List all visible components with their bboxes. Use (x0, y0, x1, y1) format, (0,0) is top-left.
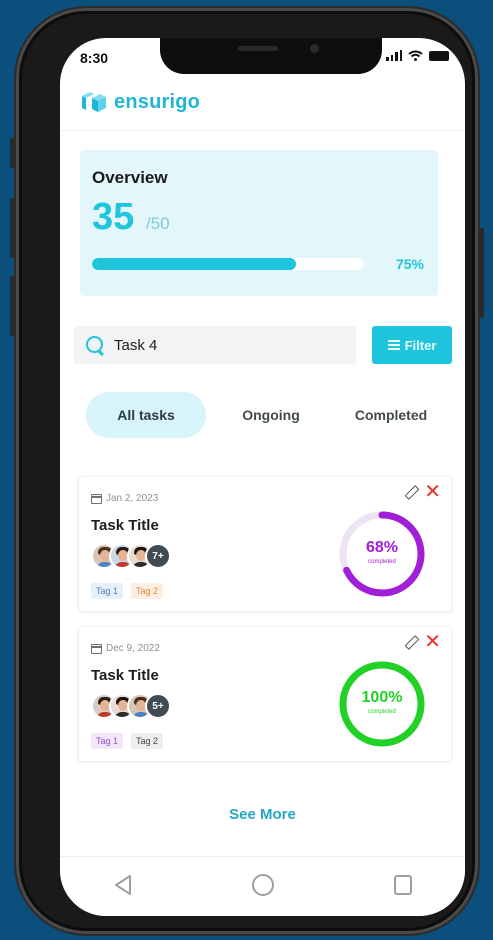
app-header: ensurigo (80, 90, 200, 114)
android-nav-bar (60, 856, 465, 916)
assignee-avatars: 5+ (91, 693, 171, 719)
overview-title: Overview (92, 168, 168, 187)
tag-chip: Tag 1 (91, 583, 124, 599)
notch (160, 38, 382, 74)
task-tags: Tag 1 Tag 2 (91, 733, 164, 749)
tab-completed[interactable]: Completed (336, 392, 446, 438)
total-count: /50 (146, 214, 170, 233)
completion-ring-label: 68% completed (337, 509, 427, 599)
progress-bar-fill (92, 258, 296, 270)
task-actions: ✕ (404, 482, 441, 502)
completion-percent: 68% (365, 539, 399, 556)
task-date-text: Dec 9, 2022 (106, 643, 160, 654)
tab-all-tasks[interactable]: All tasks (86, 392, 206, 438)
completion-percent: 100% (361, 689, 403, 706)
filter-button[interactable]: Filter (372, 326, 452, 364)
tag-chip: Tag 2 (131, 733, 164, 749)
tag-chip: Tag 1 (91, 733, 124, 749)
task-card[interactable]: Dec 9, 2022 ✕ Task Title 5+ Tag 1 Tag 2 (78, 626, 452, 762)
tag-chip: Tag 2 (131, 583, 164, 599)
speaker-grille (238, 46, 278, 51)
task-date-text: Jan 2, 2023 (106, 493, 159, 504)
status-icons (386, 50, 449, 61)
task-title: Task Title (91, 667, 159, 684)
assignee-avatars: 7+ (91, 543, 171, 569)
task-card[interactable]: Jan 2, 2023 ✕ Task Title 7+ Tag 1 Tag 2 (78, 476, 452, 612)
app-screen: 8:30 ensurigo Overview 35 /50 75% Task 4… (60, 38, 465, 916)
calendar-icon (91, 493, 102, 504)
search-icon (84, 334, 106, 356)
ensurigo-logo-icon (82, 92, 106, 112)
completion-status: completed (368, 559, 396, 565)
tab-ongoing[interactable]: Ongoing (216, 392, 326, 438)
overview-card: Overview 35 /50 75% (80, 150, 438, 296)
delete-x-icon[interactable]: ✕ (424, 632, 441, 652)
task-tags: Tag 1 Tag 2 (91, 583, 164, 599)
search-input[interactable] (114, 336, 334, 354)
volume-up-button (10, 198, 16, 258)
filter-label: Filter (404, 337, 437, 353)
see-more-link[interactable]: See More (60, 806, 465, 823)
front-camera (310, 44, 319, 53)
completed-count: 35 (92, 196, 135, 238)
volume-down-button (10, 276, 16, 336)
task-title: Task Title (91, 517, 159, 534)
progress-percent: 75% (395, 256, 424, 272)
search-box[interactable] (74, 326, 356, 364)
filter-icon (387, 340, 400, 350)
more-assignees-badge: 7+ (145, 543, 171, 569)
back-triangle-icon[interactable] (112, 873, 134, 897)
status-time: 8:30 (80, 50, 109, 66)
task-date: Dec 9, 2022 (91, 643, 160, 654)
task-tabs: All tasks Ongoing Completed (86, 392, 446, 438)
recents-square-icon[interactable] (392, 873, 414, 897)
calendar-icon (91, 643, 102, 654)
signal-icon (386, 50, 402, 61)
delete-x-icon[interactable]: ✕ (424, 482, 441, 502)
edit-pencil-icon[interactable] (404, 485, 418, 499)
completion-status: completed (368, 709, 396, 715)
task-actions: ✕ (404, 632, 441, 652)
mute-switch (10, 138, 16, 168)
edit-pencil-icon[interactable] (404, 635, 418, 649)
brand-name: ensurigo (114, 90, 201, 113)
battery-icon (429, 50, 449, 61)
completion-ring-label: 100% completed (337, 659, 427, 749)
progress-bar (92, 258, 364, 270)
task-date: Jan 2, 2023 (91, 493, 158, 504)
header-divider (60, 130, 465, 131)
home-circle-icon[interactable] (251, 873, 275, 897)
wifi-icon (408, 50, 423, 61)
more-assignees-badge: 5+ (145, 693, 171, 719)
power-button (478, 228, 484, 318)
phone-frame: 8:30 ensurigo Overview 35 /50 75% Task 4… (10, 8, 484, 934)
